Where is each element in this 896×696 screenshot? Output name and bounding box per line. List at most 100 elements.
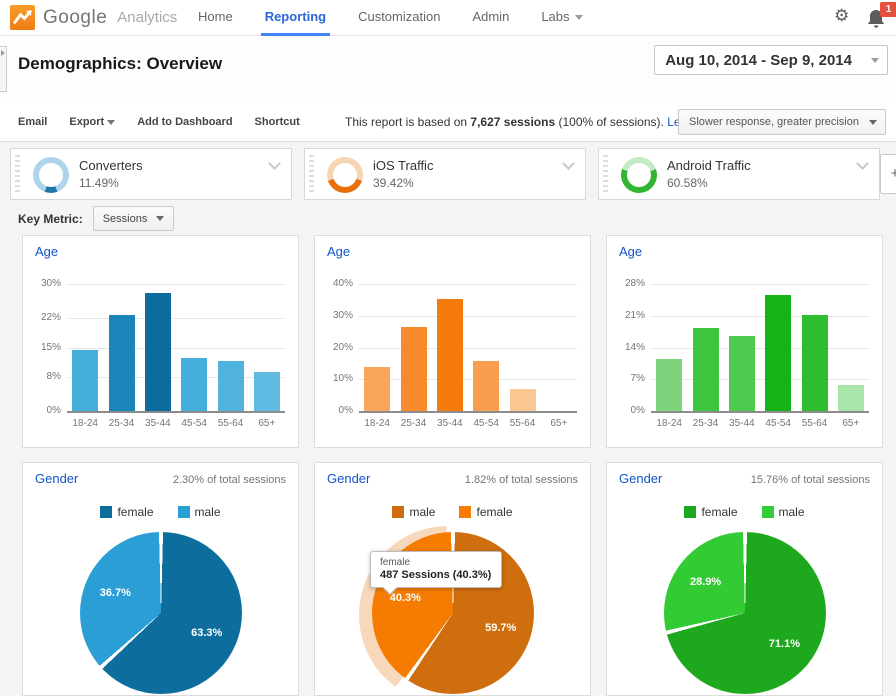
brand-name: Google [43,7,107,29]
nav-item-admin[interactable]: Admin [456,0,525,36]
gridline [359,379,577,380]
google-analytics-app: Google Analytics Home Reporting Customiza… [0,0,896,696]
gridline [651,284,869,285]
nav-item-reporting[interactable]: Reporting [249,0,342,36]
x-axis-line [67,411,285,413]
segment-card-converters[interactable]: Converters 11.49% [10,148,292,200]
gender-chart-ios: Gender 1.82% of total sessions malefemal… [314,462,591,696]
age-chart-converters: Age 0%8%15%22%30%18-2425-3435-4445-5455-… [22,235,299,448]
bar-25-34[interactable] [401,327,427,411]
zigzag-chart-icon [13,8,32,27]
export-button[interactable]: Export [69,116,115,128]
date-range-text: Aug 10, 2014 - Sep 9, 2014 [665,52,852,69]
x-tick-label: 18-24 [359,418,395,429]
brand-suffix: Analytics [117,9,177,26]
bar-35-44[interactable] [729,336,755,411]
bar-25-34[interactable] [109,315,135,411]
bar-45-54[interactable] [765,295,791,411]
nav-item-labs[interactable]: Labs [525,0,598,36]
sidebar-collapse-tab[interactable] [0,46,7,92]
y-tick-label: 0% [23,405,61,416]
gridline [359,348,577,349]
bar-55-64[interactable] [218,361,244,411]
main-nav: Home Reporting Customization Admin Labs [182,0,599,36]
x-tick-label: 45-54 [176,418,212,429]
gridline [67,377,285,378]
x-axis-line [359,411,577,413]
session-count: 7,627 sessions [470,115,555,129]
add-to-dashboard-button[interactable]: Add to Dashboard [137,116,232,128]
y-tick-label: 0% [607,405,645,416]
key-metric-label: Key Metric: [18,212,83,226]
pie-slice-label: 40.3% [390,592,421,604]
shortcut-button[interactable]: Shortcut [255,116,300,128]
notification-badge[interactable]: 1 [880,2,896,17]
pie-chart[interactable] [664,532,826,694]
bar-65+[interactable] [254,372,280,411]
gridline [651,379,869,380]
note-prefix: This report is based on [345,115,470,129]
bar-35-44[interactable] [437,299,463,411]
chevron-down-icon [871,58,879,63]
nav-item-labs-label: Labs [541,9,569,24]
gridline [359,316,577,317]
gridline [67,318,285,319]
bar-plot: 0%7%14%21%28%18-2425-3435-4445-5455-6465… [607,236,882,447]
age-chart-android: Age 0%7%14%21%28%18-2425-3435-4445-5455-… [606,235,883,448]
bar-25-34[interactable] [693,328,719,411]
chevron-down-icon [575,15,583,20]
bar-18-24[interactable] [364,367,390,411]
logo[interactable]: Google Analytics [10,5,177,30]
x-tick-label: 65+ [833,418,869,429]
chevron-down-icon [156,216,164,221]
bar-35-44[interactable] [145,293,171,411]
drag-handle-icon[interactable] [15,155,20,193]
chevron-down-icon[interactable] [562,157,575,170]
bar-45-54[interactable] [473,361,499,411]
drag-handle-icon[interactable] [603,155,608,193]
export-button-label: Export [69,116,104,128]
y-tick-label: 10% [315,373,353,384]
date-range-selector[interactable]: Aug 10, 2014 - Sep 9, 2014 [654,45,888,75]
x-axis-line [651,411,869,413]
x-tick-label: 55-64 [504,418,540,429]
y-tick-label: 30% [23,278,61,289]
precision-selector[interactable]: Slower response, greater precision [678,109,886,135]
drag-handle-icon[interactable] [309,155,314,193]
segment-donut-icon [621,157,657,193]
bar-18-24[interactable] [72,350,98,411]
add-segment-button[interactable]: + [880,154,896,194]
bar-65+[interactable] [838,385,864,411]
chevron-down-icon[interactable] [856,157,869,170]
segment-name: Converters [79,158,143,173]
key-metric-dropdown[interactable]: Sessions [93,206,175,231]
pie-tooltip: female 487 Sessions (40.3%) [370,551,502,588]
y-tick-label: 15% [23,342,61,353]
segment-card-ios[interactable]: iOS Traffic 39.42% [304,148,586,200]
gear-icon[interactable]: ⚙ [834,6,849,26]
segment-percent: 60.58% [667,176,708,190]
bar-45-54[interactable] [181,358,207,411]
bar-plot: 0%8%15%22%30%18-2425-3435-4445-5455-6465… [23,236,298,447]
x-tick-label: 45-54 [760,418,796,429]
x-tick-label: 65+ [249,418,285,429]
pie-slice-label: 71.1% [769,638,800,650]
x-tick-label: 55-64 [212,418,248,429]
key-metric-value: Sessions [103,213,148,225]
bar-55-64[interactable] [802,315,828,411]
segment-card-android[interactable]: Android Traffic 60.58% [598,148,880,200]
bar-18-24[interactable] [656,359,682,411]
bar-55-64[interactable] [510,389,536,411]
nav-item-customization[interactable]: Customization [342,0,456,36]
gridline [67,348,285,349]
pie-chart[interactable] [80,532,242,694]
email-button[interactable]: Email [18,116,47,128]
pie-slice-label: 63.3% [191,627,222,639]
nav-item-home[interactable]: Home [182,0,249,36]
segment-donut-icon [327,157,363,193]
page-title: Demographics: Overview [18,54,222,74]
x-tick-label: 35-44 [140,418,176,429]
y-tick-label: 30% [315,310,353,321]
x-tick-label: 45-54 [468,418,504,429]
chevron-down-icon[interactable] [268,157,281,170]
